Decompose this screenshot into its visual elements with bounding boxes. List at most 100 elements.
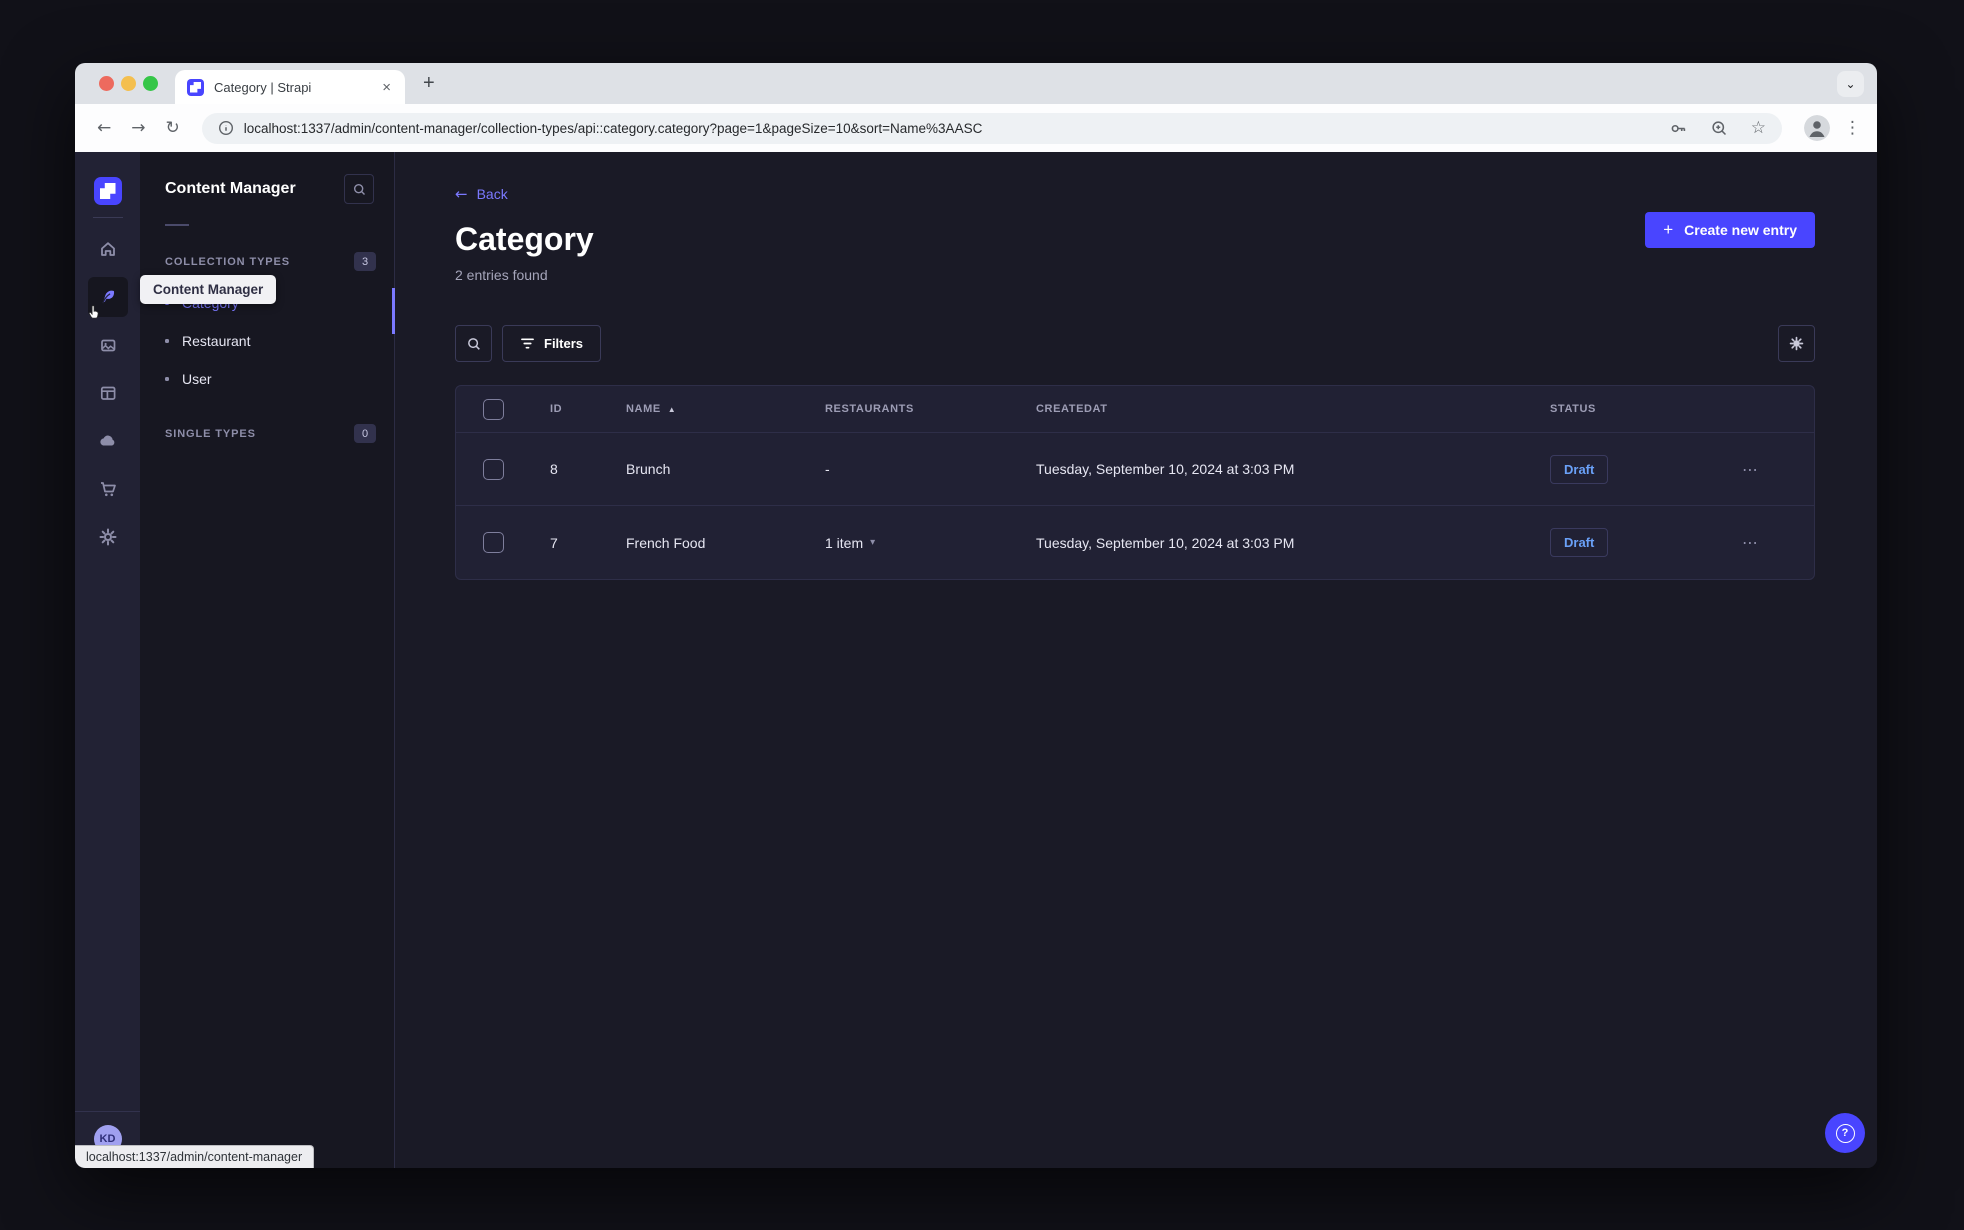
close-window-button[interactable] <box>99 76 114 91</box>
subnav-divider <box>165 224 189 226</box>
nav-content-type-builder-button[interactable] <box>88 373 128 413</box>
media-library-icon <box>100 339 115 352</box>
content-type-builder-icon <box>100 386 115 400</box>
single-types-count-badge: 0 <box>354 424 376 443</box>
table-row[interactable]: 7 French Food 1 item ▾ Tuesday, Septembe… <box>456 506 1814 579</box>
browser-tab[interactable]: Category | Strapi × <box>175 70 405 104</box>
entries-table: ID NAME ▲ RESTAURANTS CREATEDAT STATUS 8… <box>455 385 1815 580</box>
content-manager-tooltip: Content Manager <box>140 275 277 304</box>
nav-marketplace-button[interactable] <box>88 469 128 509</box>
sidebar-item-label: Restaurant <box>182 333 251 349</box>
view-settings-button[interactable] <box>1778 325 1815 362</box>
strapi-favicon-icon <box>187 78 204 96</box>
column-header-id[interactable]: ID <box>526 403 602 415</box>
link-preview-statusbar: localhost:1337/admin/content-manager <box>75 1145 315 1168</box>
minimize-window-button[interactable] <box>121 76 136 91</box>
sort-ascending-icon: ▲ <box>667 404 677 414</box>
address-bar[interactable]: localhost:1337/admin/content-manager/col… <box>201 112 1782 144</box>
browser-reload-icon[interactable]: ↻ <box>166 118 180 138</box>
gear-icon <box>99 528 116 546</box>
select-all-checkbox[interactable] <box>483 398 504 420</box>
create-new-entry-button[interactable]: + Create new entry <box>1645 212 1815 248</box>
back-link[interactable]: ← Back <box>455 185 508 203</box>
main-nav-rail: KD <box>75 152 140 1168</box>
plus-icon: + <box>1663 220 1674 239</box>
sidebar-item-user[interactable]: User <box>140 360 394 398</box>
cell-id: 7 <box>550 534 558 551</box>
cell-name: French Food <box>626 534 706 551</box>
help-button[interactable]: ? <box>1825 1113 1865 1153</box>
hand-cursor-icon <box>86 303 103 321</box>
gear-icon <box>1789 336 1804 351</box>
bookmark-star-icon[interactable]: ☆ <box>1751 118 1766 138</box>
sidebar-item-restaurant[interactable]: Restaurant <box>140 322 394 360</box>
table-header-row: ID NAME ▲ RESTAURANTS CREATEDAT STATUS <box>456 386 1814 433</box>
sidebar-item-label: User <box>182 371 212 387</box>
cell-createdat: Tuesday, September 10, 2024 at 3:03 PM <box>1036 534 1295 551</box>
column-header-createdat[interactable]: CREATEDAT <box>1012 403 1526 415</box>
cell-name: Brunch <box>626 461 671 477</box>
search-icon <box>353 183 365 195</box>
tab-strip: Category | Strapi × + ⌄ <box>75 63 1877 104</box>
strapi-app: KD Content Manager COLLECTION TYPES 3 Ca… <box>75 152 1877 1168</box>
nav-content-manager-button[interactable] <box>87 277 128 319</box>
tab-title: Category | Strapi <box>214 79 312 95</box>
content-manager-subnav: Content Manager COLLECTION TYPES 3 Categ… <box>140 152 395 1168</box>
expand-chevron-icon: ▾ <box>870 537 876 548</box>
row-checkbox[interactable] <box>483 532 504 553</box>
subnav-search-button[interactable] <box>344 174 374 204</box>
back-arrow-icon: ← <box>455 185 468 203</box>
bullet-icon <box>165 377 169 381</box>
entries-count: 2 entries found <box>455 267 548 283</box>
new-tab-button[interactable]: + <box>423 72 435 95</box>
strapi-logo-icon[interactable] <box>93 177 122 205</box>
close-tab-icon[interactable]: × <box>380 80 393 95</box>
column-header-restaurants[interactable]: RESTAURANTS <box>801 403 1012 415</box>
table-search-button[interactable] <box>455 325 492 362</box>
nav-media-library-button[interactable] <box>88 325 128 365</box>
column-header-status[interactable]: STATUS <box>1526 403 1712 415</box>
status-badge: Draft <box>1550 454 1609 484</box>
filters-button[interactable]: Filters <box>502 325 602 362</box>
home-icon <box>100 242 115 256</box>
browser-forward-icon[interactable]: → <box>131 118 145 138</box>
url-text[interactable]: localhost:1337/admin/content-manager/col… <box>244 121 1647 136</box>
row-checkbox[interactable] <box>483 458 504 480</box>
cell-id: 8 <box>550 461 558 477</box>
action-bar: Filters <box>455 325 1815 362</box>
maximize-window-button[interactable] <box>143 76 158 91</box>
filter-icon <box>521 338 534 349</box>
nav-deploy-cloud-button[interactable] <box>88 421 128 461</box>
cell-restaurants[interactable]: 1 item ▾ <box>801 535 1012 551</box>
bullet-icon <box>165 339 169 343</box>
active-item-indicator <box>392 288 395 334</box>
browser-menu-kebab-icon[interactable]: ⋮ <box>1844 118 1861 138</box>
filters-label: Filters <box>544 336 584 351</box>
back-label: Back <box>476 186 508 202</box>
password-key-icon[interactable] <box>1669 119 1688 138</box>
shopping-cart-icon <box>100 482 116 497</box>
browser-back-icon[interactable]: ← <box>97 118 111 138</box>
browser-profile-avatar[interactable] <box>1804 115 1830 141</box>
subnav-title: Content Manager <box>165 180 296 197</box>
nav-home-button[interactable] <box>88 229 128 269</box>
column-header-name[interactable]: NAME ▲ <box>602 403 801 415</box>
zoom-page-icon[interactable] <box>1710 119 1729 138</box>
collection-types-label: COLLECTION TYPES <box>165 255 291 268</box>
main-content: ← Back Category 2 entries found + Create… <box>395 152 1877 1168</box>
rail-divider <box>92 217 123 218</box>
collection-types-count-badge: 3 <box>354 252 376 271</box>
row-actions-menu[interactable]: ⋯ <box>1712 460 1814 479</box>
row-actions-menu[interactable]: ⋯ <box>1712 533 1814 552</box>
search-icon <box>467 337 480 350</box>
site-info-icon[interactable] <box>218 120 234 136</box>
nav-settings-button[interactable] <box>88 517 128 557</box>
browser-window: Category | Strapi × + ⌄ ← → ↻ localhost:… <box>75 63 1877 1168</box>
tab-search-chevron-icon[interactable]: ⌄ <box>1837 71 1864 97</box>
question-mark-icon: ? <box>1835 1123 1855 1143</box>
cell-restaurants: - <box>825 461 830 477</box>
page-title: Category <box>455 221 594 257</box>
table-row[interactable]: 8 Brunch - Tuesday, September 10, 2024 a… <box>456 433 1814 506</box>
single-types-label: SINGLE TYPES <box>165 427 256 440</box>
cloud-icon <box>100 435 115 446</box>
